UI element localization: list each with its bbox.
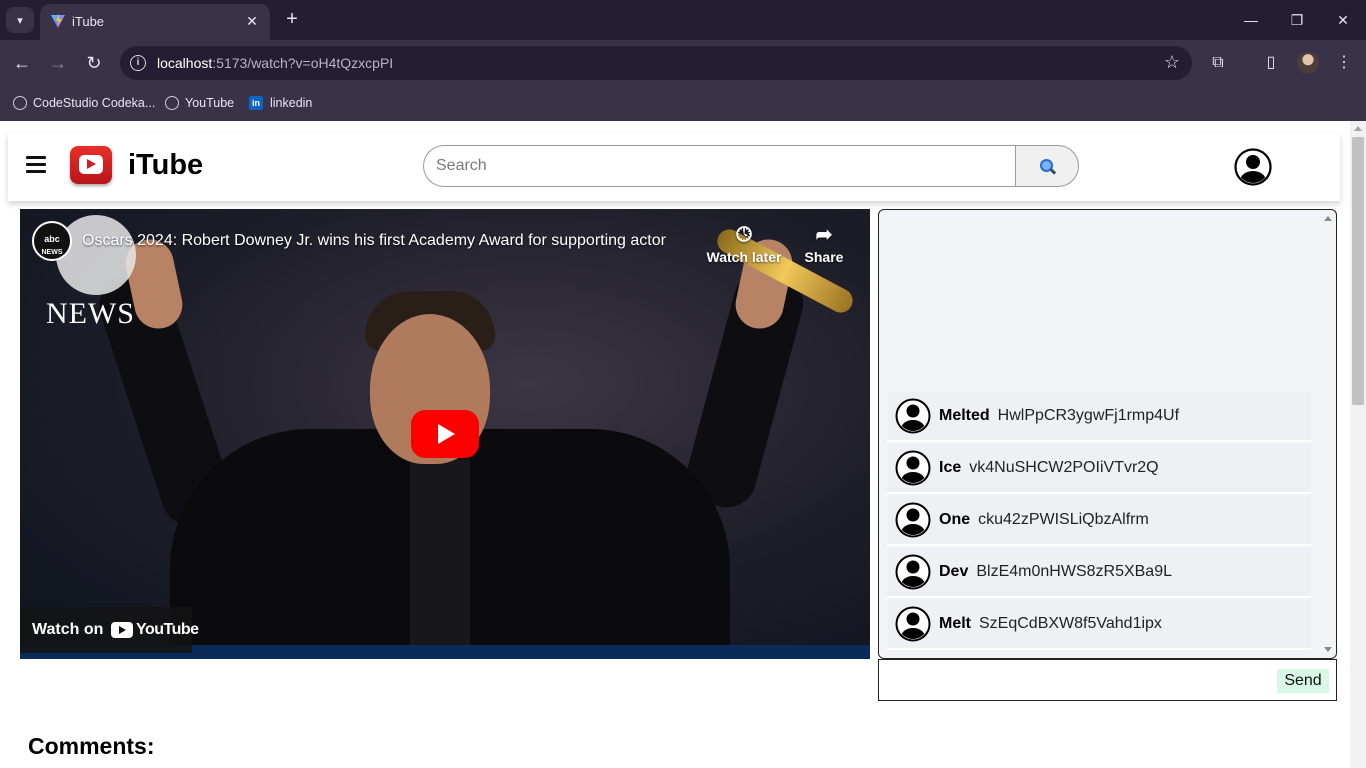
clock-icon: 🕓︎	[736, 224, 752, 246]
tab-title: iTube	[72, 14, 105, 29]
page-viewport: iTube NEWS abcNEWS Os	[0, 121, 1366, 768]
page-scrollbar[interactable]	[1350, 121, 1366, 768]
menu-icon[interactable]	[26, 156, 46, 176]
user-avatar-icon	[895, 502, 931, 538]
search-input[interactable]	[423, 145, 1016, 187]
browser-menu-icon[interactable]: ⋮	[1333, 52, 1355, 74]
restore-icon[interactable]: ❐	[1282, 8, 1312, 32]
chat-message: Ice vk4NuSHCW2POIiVTvr2Q	[887, 444, 1311, 494]
chat-text: cku42zPWISLiQbzAlfrm	[978, 511, 1149, 528]
search-button[interactable]	[1015, 145, 1079, 187]
user-avatar-icon	[895, 398, 931, 434]
user-avatar-icon	[895, 450, 931, 486]
abc-logo-watermark	[56, 215, 136, 295]
video-player[interactable]: NEWS abc NEWS Oscars 2024: Robert Downey …	[20, 209, 870, 659]
chat-username: Dev	[939, 563, 969, 580]
address-bar[interactable]: i localhost:5173/watch?v=oH4tQzxcpPI ☆	[120, 46, 1192, 80]
scroll-down-icon[interactable]	[1324, 647, 1332, 652]
tab-close-icon[interactable]: ✕	[242, 11, 262, 31]
share-icon: ➦	[815, 224, 833, 246]
bookmark-codestudio[interactable]: CodeStudio Codeka...	[13, 93, 155, 113]
scroll-up-icon[interactable]	[1354, 126, 1362, 131]
chat-message-input[interactable]	[883, 666, 1273, 694]
chat-username: One	[939, 511, 971, 528]
vite-favicon-icon	[51, 14, 65, 28]
site-info-icon[interactable]: i	[130, 55, 146, 71]
reload-icon[interactable]: ↻	[82, 51, 106, 75]
user-avatar-icon	[895, 606, 931, 642]
chat-text: SzEqCdBXW8f5Vahd1ipx	[979, 615, 1162, 632]
tab-search-icon[interactable]: ▾	[6, 7, 34, 33]
app-header: iTube	[8, 133, 1340, 201]
itube-logo-icon[interactable]	[70, 146, 112, 184]
watch-later-button[interactable]: 🕓︎ Watch later	[704, 223, 784, 265]
chat-username: Melted	[939, 407, 990, 424]
chat-message: Melt SzEqCdBXW8f5Vahd1ipx	[887, 600, 1311, 650]
chat-scrollbar[interactable]	[1320, 210, 1336, 658]
window-close-icon[interactable]: ✕	[1328, 8, 1358, 32]
chat-input-form: Send	[878, 659, 1337, 701]
new-tab-icon[interactable]: +	[282, 9, 302, 29]
browser-tab-bar: ▾ iTube ✕ + — ❐ ✕	[0, 0, 1366, 40]
video-title[interactable]: Oscars 2024: Robert Downey Jr. wins his …	[82, 232, 702, 250]
share-button[interactable]: ➦ Share	[784, 223, 864, 265]
chat-message: One cku42zPWISLiQbzAlfrm	[887, 496, 1311, 546]
linkedin-icon: in	[249, 96, 263, 110]
chat-text: HwlPpCR3ygwFj1rmp4Uf	[997, 407, 1180, 424]
watch-on-youtube-button[interactable]: Watch on YouTube	[20, 607, 199, 653]
bookmark-star-icon[interactable]: ☆	[1164, 52, 1180, 73]
play-icon	[438, 424, 455, 444]
youtube-logo-icon	[111, 622, 133, 638]
thumbnail-figure	[410, 459, 470, 659]
scroll-up-icon[interactable]	[1324, 216, 1332, 221]
globe-icon	[165, 96, 179, 110]
brand-name[interactable]: iTube	[128, 149, 203, 182]
scroll-thumb[interactable]	[1352, 137, 1364, 405]
minimize-icon[interactable]: —	[1236, 8, 1266, 32]
chat-username: Melt	[939, 615, 971, 632]
play-button[interactable]	[411, 410, 479, 458]
bookmarks-bar: CodeStudio Codeka... YouTube in linkedin	[0, 86, 1366, 121]
url-text[interactable]: localhost:5173/watch?v=oH4tQzxcpPI	[157, 55, 393, 71]
forward-icon[interactable]: →	[46, 51, 70, 75]
browser-profile-avatar[interactable]	[1297, 52, 1319, 74]
extensions-icon[interactable]: ⧉	[1207, 52, 1229, 74]
news-watermark: NEWS	[46, 297, 135, 330]
browser-tab[interactable]: iTube ✕	[40, 4, 270, 40]
channel-avatar[interactable]: abc NEWS	[32, 221, 72, 261]
chat-text: BlzE4m0nHWS8zR5XBa9L	[976, 563, 1172, 580]
side-panel-icon[interactable]: ▯	[1260, 52, 1282, 74]
user-account-icon[interactable]	[1234, 148, 1272, 186]
live-chat-panel: Melted HwlPpCR3ygwFj1rmp4Uf Ice vk4NuSHC…	[878, 209, 1337, 659]
chat-username: Ice	[939, 459, 962, 476]
back-icon[interactable]: ←	[10, 51, 34, 75]
search-bar	[423, 145, 1079, 187]
user-avatar-icon	[895, 554, 931, 590]
browser-toolbar: ← → ↻ i localhost:5173/watch?v=oH4tQzxcp…	[0, 40, 1366, 86]
chat-text: vk4NuSHCW2POIiVTvr2Q	[969, 459, 1159, 476]
globe-icon	[13, 96, 27, 110]
bookmark-youtube[interactable]: YouTube	[165, 93, 234, 113]
magnifier-icon	[1040, 159, 1053, 172]
comments-heading: Comments:	[28, 733, 155, 759]
bookmark-linkedin[interactable]: in linkedin	[249, 93, 312, 113]
send-button[interactable]: Send	[1277, 669, 1329, 693]
chat-message: Melted HwlPpCR3ygwFj1rmp4Uf	[887, 392, 1311, 442]
chat-message: Dev BlzE4m0nHWS8zR5XBa9L	[887, 548, 1311, 598]
